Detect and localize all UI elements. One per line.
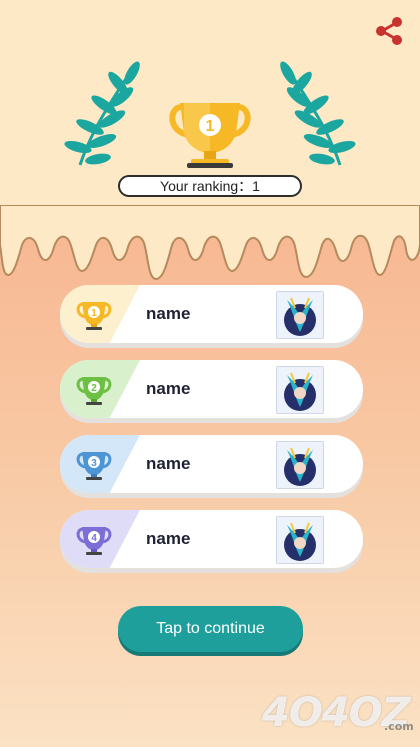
cream-drip-decoration bbox=[0, 205, 420, 281]
laurel-right-icon bbox=[280, 61, 356, 166]
svg-text:1: 1 bbox=[206, 118, 215, 135]
trophy-2-icon: 2 bbox=[76, 377, 112, 405]
site-watermark: 4O4OZ .com bbox=[262, 690, 418, 740]
rank-row-1[interactable]: 1 name bbox=[60, 285, 363, 343]
player-avatar bbox=[276, 516, 324, 564]
svg-text:2: 2 bbox=[91, 383, 97, 394]
ranking-value: 1 bbox=[252, 178, 260, 194]
player-name: name bbox=[146, 529, 191, 548]
trophy-4-icon: 4 bbox=[76, 527, 112, 555]
laurel-trophy-emblem: 1 bbox=[64, 61, 356, 168]
player-avatar bbox=[276, 366, 324, 414]
laurel-left-icon bbox=[64, 61, 140, 166]
gold-trophy-icon: 1 bbox=[169, 103, 251, 168]
player-avatar bbox=[276, 441, 324, 489]
rank-row-3[interactable]: 3 name bbox=[60, 435, 363, 493]
svg-text:4: 4 bbox=[91, 533, 97, 544]
trophy-3-icon: 3 bbox=[76, 452, 112, 480]
player-name: name bbox=[146, 454, 191, 473]
tap-to-continue-button[interactable]: Tap to continue bbox=[118, 606, 303, 652]
your-ranking-label: Your ranking： 1 bbox=[118, 175, 302, 197]
rank-row-2[interactable]: 2 name bbox=[60, 360, 363, 418]
share-icon bbox=[376, 17, 402, 45]
rank-row-4[interactable]: 4 name bbox=[60, 510, 363, 568]
player-avatar bbox=[276, 291, 324, 339]
ranking-text: Your ranking： bbox=[160, 178, 253, 194]
game-screen: 1 Your ranking： 1 1 name 2 name 3 name 4… bbox=[0, 0, 420, 747]
watermark-sub: .com bbox=[384, 720, 414, 733]
player-name: name bbox=[146, 379, 191, 398]
svg-text:1: 1 bbox=[91, 308, 97, 319]
share-button[interactable] bbox=[372, 14, 406, 48]
svg-text:3: 3 bbox=[91, 458, 97, 469]
trophy-1-icon: 1 bbox=[76, 302, 112, 330]
player-name: name bbox=[146, 304, 191, 323]
